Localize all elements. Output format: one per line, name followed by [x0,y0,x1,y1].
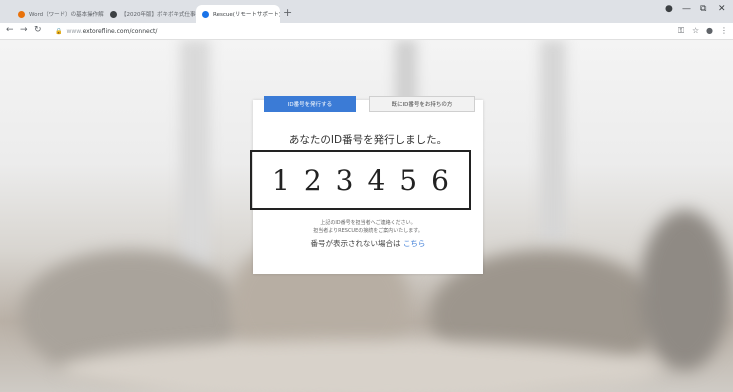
instruction-line-2: 担当者よりRESCUEの接続をご案内いたします。 [313,228,423,234]
url-path: extorefline.com/connect/ [82,27,158,35]
menu-dots-icon[interactable]: ⋮ [720,26,728,35]
address-bar[interactable]: 🔒 www. extorefline.com/connect/ [55,25,157,37]
url-host: www. [66,27,83,35]
page-background: ID番号を発行する 既にID番号をお持ちの方 あなたのID番号を発行しました。 … [0,40,733,392]
tab-title: Word（ワード）の基本操作解説 | [29,12,104,18]
back-arrow-icon[interactable]: ← [6,25,14,35]
background-pillar [540,40,566,240]
forward-arrow-icon[interactable]: → [20,25,28,35]
background-shape [640,210,730,370]
browser-tab-article[interactable]: 【2020年版】ボキボキ式仕事術 × [104,5,196,23]
id-card: ID番号を発行する 既にID番号をお持ちの方 あなたのID番号を発行しました。 … [250,96,483,274]
minimize-button[interactable]: — [682,4,691,14]
tab-title: Rescue(リモートサポート)あなたの [213,12,280,18]
browser-toolbar: ← → ↻ 🔒 www. extorefline.com/connect/ ⚿ … [0,23,733,40]
background-pillar [180,40,210,270]
favicon-icon [18,10,25,18]
profile-icon[interactable]: ● [706,26,713,35]
restore-button[interactable]: ⧉ [700,4,706,14]
account-icon[interactable]: ● [665,4,673,14]
tab-strip: Word（ワード）の基本操作解説 | × 【2020年版】ボキボキ式仕事術 × … [0,0,733,23]
existing-id-button[interactable]: 既にID番号をお持ちの方 [369,96,475,112]
help-text: 番号が表示されない場合は こちら [253,238,483,249]
background-shape [60,340,660,392]
lock-icon: 🔒 [55,27,63,35]
new-tab-button[interactable]: + [283,6,292,19]
favicon-icon [110,10,117,18]
help-message: 番号が表示されない場合は [310,239,401,248]
bookmark-star-icon[interactable]: ☆ [692,26,699,35]
instruction-line-1: 上記のID番号を担当者へご連絡ください。 [320,220,416,226]
close-window-button[interactable]: ✕ [718,4,726,14]
tab-title: 【2020年版】ボキボキ式仕事術 [121,12,196,18]
browser-tab-word[interactable]: Word（ワード）の基本操作解説 | × [12,5,104,23]
key-icon[interactable]: ⚿ [678,26,684,36]
id-number-display: 123456 [250,150,471,210]
card-title: あなたのID番号を発行しました。 [288,134,448,146]
favicon-icon [202,10,209,18]
issue-id-button[interactable]: ID番号を発行する [264,96,356,112]
browser-tab-rescue[interactable]: Rescue(リモートサポート)あなたの × [196,5,280,23]
reload-icon[interactable]: ↻ [34,25,42,35]
help-link[interactable]: こちら [403,239,426,248]
